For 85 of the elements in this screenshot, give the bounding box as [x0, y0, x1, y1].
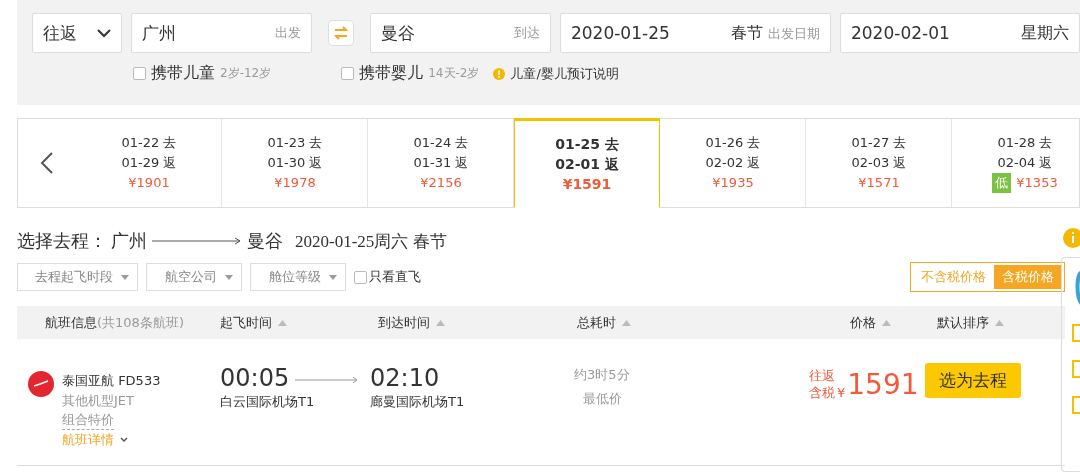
- heading-date: 2020-01-25周六 春节: [295, 230, 447, 253]
- sort-icon: [436, 319, 445, 326]
- trip-type-select[interactable]: 往返: [32, 13, 122, 53]
- date-tab[interactable]: 01-26 去 02-02 返 ¥1935: [660, 119, 806, 207]
- date-tab[interactable]: 01-25 去 02-01 返 ¥1591: [514, 118, 660, 208]
- checkbox[interactable]: [354, 270, 367, 284]
- destination-field[interactable]: 曼谷 到达: [369, 13, 551, 53]
- price: ¥1591: [562, 175, 612, 194]
- arrival-time: 02:10: [370, 363, 441, 393]
- date-tab[interactable]: 01-27 去 02-03 返 ¥1571: [806, 119, 952, 207]
- sort-icon: [278, 319, 287, 326]
- date-tab[interactable]: 01-24 去 01-31 返 ¥2156: [368, 119, 514, 207]
- outbound-date: 01-23 去: [267, 134, 323, 152]
- departure-airport: 白云国际机场T1: [220, 393, 316, 411]
- filter-dropdown[interactable]: 去程起飞时段: [17, 263, 138, 291]
- price: ¥1571: [858, 174, 900, 192]
- filter-label: 只看直飞: [369, 268, 421, 286]
- return-date: 02-04 返: [997, 154, 1053, 172]
- caret-icon: [329, 274, 337, 280]
- column-header[interactable]: 航班信息(共108条航班): [45, 313, 184, 332]
- option-hint: 14天-2岁: [428, 65, 480, 82]
- fare-type: 组合特价: [62, 411, 114, 430]
- airline-logo: [28, 371, 54, 397]
- return-date: 01-30 返: [267, 154, 323, 172]
- checkbox[interactable]: [341, 67, 355, 80]
- outbound-date: 01-22 去: [121, 134, 177, 152]
- chevron-down-icon: [96, 28, 111, 38]
- low-badge: 低: [992, 173, 1012, 193]
- airline-name: 泰国亚航 FD533: [62, 372, 161, 390]
- return-date: 01-29 返: [121, 154, 177, 172]
- arrival-airport: 廊曼国际机场T1: [370, 393, 466, 411]
- destination-city: 曼谷: [247, 230, 283, 253]
- arrow-icon: [151, 237, 243, 245]
- option-label: 携带儿童: [151, 63, 215, 84]
- chevron-down-icon: [120, 437, 128, 443]
- price: ¥1978: [274, 174, 316, 192]
- column-header[interactable]: 起飞时间: [220, 313, 272, 332]
- outbound-date: 01-25 去: [555, 135, 619, 154]
- caret-icon: [225, 274, 233, 280]
- origin-city: 广州: [111, 230, 147, 253]
- price: ¥1901: [128, 174, 170, 192]
- help-link[interactable]: 儿童/婴儿预订说明: [510, 64, 619, 83]
- origin-field[interactable]: 广州 出发: [130, 13, 312, 53]
- price-tag: 最低价: [583, 387, 622, 411]
- return-date: 02-01 返: [555, 155, 619, 174]
- flight-price: 1591: [847, 367, 919, 401]
- option-label: 携带婴儿: [359, 63, 424, 84]
- price-label: 往返: [809, 367, 836, 384]
- filter-dropdown[interactable]: 舱位等级: [250, 263, 346, 291]
- heading-label: 选择去程：: [17, 230, 107, 253]
- aircraft-type: 其他机型JET: [62, 392, 135, 410]
- sort-icon: [882, 319, 891, 326]
- filter-dropdown[interactable]: 航空公司: [146, 263, 242, 291]
- depart-date-field[interactable]: 2020-01-25 春节 出发日期: [559, 13, 831, 53]
- column-header[interactable]: 到达时间: [378, 313, 430, 332]
- outbound-date: 01-28 去: [997, 134, 1053, 152]
- chevron-left-icon: [40, 151, 54, 175]
- price: ¥1935: [712, 174, 754, 192]
- return-date: 02-03 返: [851, 154, 907, 172]
- return-date-field[interactable]: 2020-02-01 星期六: [840, 13, 1080, 53]
- price-label: 含税¥: [809, 384, 846, 401]
- return-date: 02-02 返: [705, 154, 761, 172]
- outbound-date: 01-24 去: [413, 134, 469, 152]
- arrow-icon: [295, 376, 360, 384]
- departure-time: 00:05: [220, 363, 290, 393]
- swap-icon[interactable]: [327, 20, 354, 46]
- date-tab[interactable]: 01-28 去 02-04 返 低 ¥1353: [952, 119, 1080, 207]
- column-header[interactable]: 默认排序: [937, 313, 989, 332]
- price: ¥1353: [1016, 174, 1058, 192]
- date-tab[interactable]: 01-22 去 01-29 返 ¥1901: [76, 119, 222, 207]
- select-button[interactable]: 选为去程: [925, 363, 1021, 398]
- date-tab[interactable]: 01-23 去 01-30 返 ¥1978: [222, 119, 368, 207]
- checkbox[interactable]: [133, 67, 146, 80]
- price: ¥2156: [420, 174, 462, 192]
- outbound-date: 01-26 去: [705, 134, 761, 152]
- info-icon: [493, 67, 506, 80]
- sort-icon: [995, 319, 1004, 326]
- option-hint: 2岁-12岁: [220, 65, 272, 82]
- column-header[interactable]: 总耗时: [577, 313, 616, 332]
- caret-icon: [121, 274, 129, 280]
- outbound-date: 01-27 去: [851, 134, 907, 152]
- sort-icon: [622, 319, 631, 326]
- return-date: 01-31 返: [413, 154, 469, 172]
- duration: 约3时5分: [574, 366, 630, 384]
- column-header[interactable]: 价格: [850, 313, 876, 332]
